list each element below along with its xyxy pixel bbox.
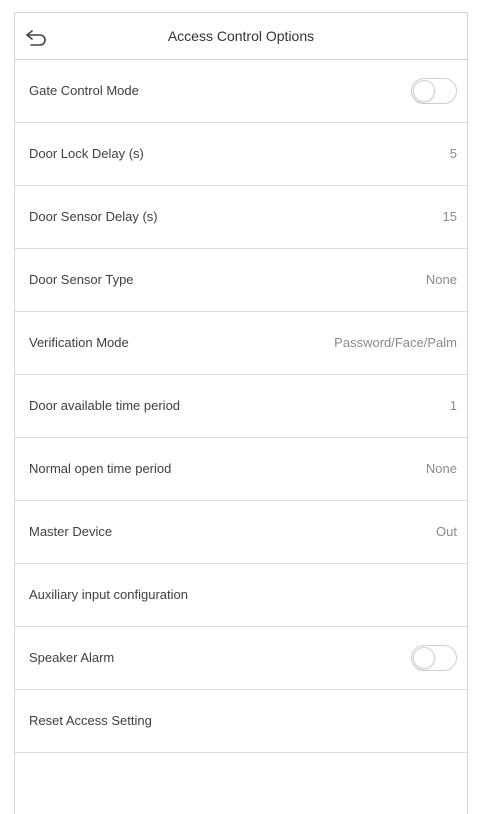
settings-row-label: Normal open time period — [29, 461, 172, 476]
settings-list: Gate Control Mode Door Lock Delay (s) 5 Doo… — [15, 60, 467, 753]
settings-row[interactable]: Door available time period 1 — [15, 375, 467, 438]
page-title: Access Control Options — [167, 28, 315, 44]
toggle-knob — [413, 80, 435, 102]
settings-row-value: None — [425, 461, 457, 476]
settings-row[interactable]: Door Sensor Delay (s) 15 — [15, 186, 467, 249]
settings-row[interactable]: Door Lock Delay (s) 5 — [15, 123, 467, 186]
settings-row[interactable]: Master Device Out — [15, 501, 467, 564]
settings-row[interactable]: Speaker Alarm — [15, 627, 467, 690]
settings-row[interactable]: Door Sensor Type None — [15, 249, 467, 312]
settings-row-label: Verification Mode — [29, 335, 129, 350]
settings-row-label: Door Sensor Delay (s) — [29, 209, 158, 224]
settings-row[interactable]: Verification Mode Password/Face/Palm — [15, 312, 467, 375]
access-control-options-screen: Access Control Options Gate Control Mode… — [14, 12, 468, 814]
settings-row-label: Reset Access Setting — [29, 713, 152, 728]
settings-row-label: Door Lock Delay (s) — [29, 146, 144, 161]
settings-row-value: Password/Face/Palm — [334, 335, 457, 350]
settings-row[interactable]: Gate Control Mode — [15, 60, 467, 123]
settings-row-value: None — [425, 272, 457, 287]
toggle-switch[interactable] — [411, 78, 457, 104]
title-bar: Access Control Options — [15, 12, 467, 60]
settings-row-label: Speaker Alarm — [29, 650, 115, 665]
settings-row[interactable]: Normal open time period None — [15, 438, 467, 501]
settings-row-label: Auxiliary input configuration — [29, 587, 188, 602]
toggle-knob — [413, 647, 435, 669]
settings-row-value: Out — [436, 524, 457, 539]
settings-row-label: Master Device — [29, 524, 113, 539]
toggle-switch[interactable] — [411, 645, 457, 671]
settings-row-value: 1 — [449, 398, 457, 413]
settings-row[interactable]: Auxiliary input configuration — [15, 564, 467, 627]
settings-row-label: Door Sensor Type — [29, 272, 134, 287]
settings-row-label: Door available time period — [29, 398, 181, 413]
settings-row-value: 5 — [449, 146, 457, 161]
settings-row-label: Gate Control Mode — [29, 83, 139, 98]
settings-row[interactable]: Reset Access Setting — [15, 690, 467, 753]
settings-row-value: 15 — [442, 209, 457, 224]
